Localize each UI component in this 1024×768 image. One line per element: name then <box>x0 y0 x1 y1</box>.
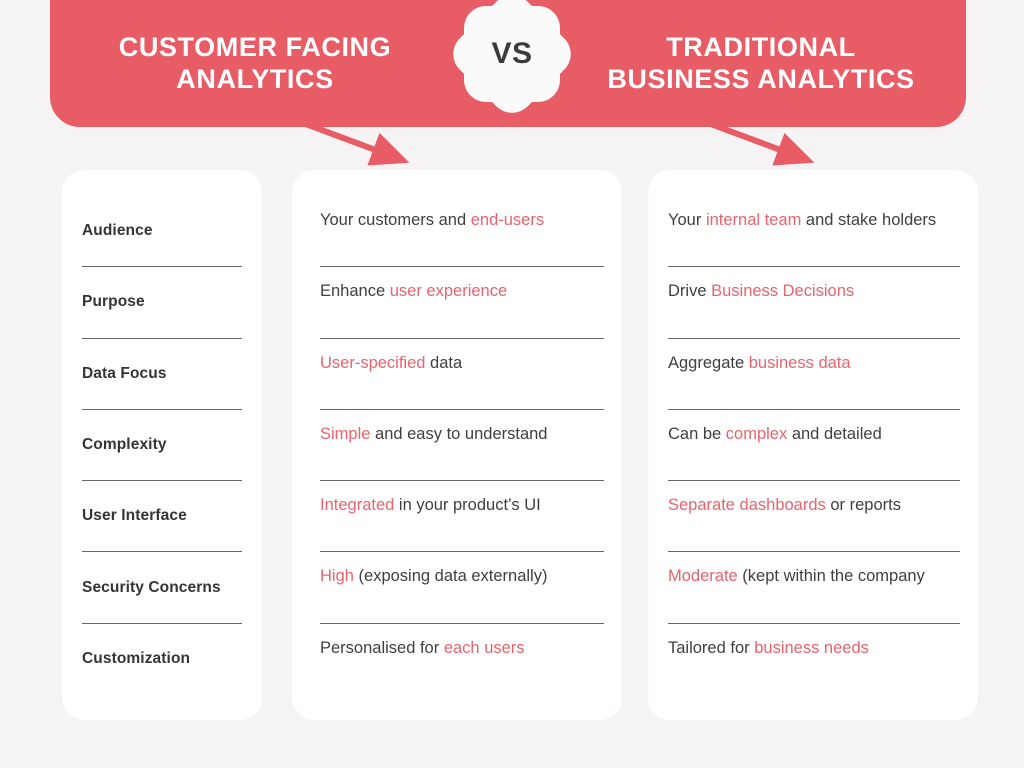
table-row: Aggregate business data <box>668 337 960 409</box>
criteria-label-purpose: Purpose <box>82 293 145 311</box>
left-column-title-line1: CUSTOMER FACING <box>118 31 392 62</box>
accent-text-run: High <box>320 567 354 586</box>
traditional-business-analytics-card: Your internal team and stake holders Dri… <box>648 170 978 720</box>
table-row: Moderate (kept within the company <box>668 551 960 622</box>
cf-value-audience: Your customers and end-users <box>320 210 604 232</box>
table-row: Purpose <box>82 266 242 337</box>
criteria-label-user-interface: User Interface <box>82 507 187 525</box>
table-row: Tailored for business needs <box>668 622 960 694</box>
plain-text-run: Your customers and <box>320 211 471 229</box>
table-row: High (exposing data externally) <box>320 551 604 622</box>
criteria-label-card: Audience Purpose Data Focus Complexity U… <box>62 170 262 720</box>
cf-value-purpose: Enhance user experience <box>320 281 604 303</box>
tba-value-audience: Your internal team and stake holders <box>668 210 960 232</box>
tba-value-security-concerns: Moderate (kept within the company <box>668 566 960 588</box>
criteria-label-security-concerns: Security Concerns <box>82 578 221 596</box>
right-column-title: TRADITIONAL BUSINESS ANALYTICS <box>508 32 966 96</box>
vs-label: VS <box>491 37 533 70</box>
accent-text-run: User-specified <box>320 353 426 372</box>
accent-text-run: business data <box>748 353 851 372</box>
accent-text-run: Separate dashboards <box>668 496 826 515</box>
cf-value-security-concerns: High (exposing data externally) <box>320 566 604 588</box>
accent-text-run: Moderate <box>668 567 738 586</box>
table-row: Drive Business Decisions <box>668 266 960 337</box>
table-row: Security Concerns <box>82 551 242 622</box>
tba-value-purpose: Drive Business Decisions <box>668 281 960 303</box>
table-row: Simple and easy to understand <box>320 408 604 480</box>
accent-text-run: Simple <box>320 424 371 443</box>
tba-value-data-focus: Aggregate business data <box>668 353 960 375</box>
cf-value-complexity: Simple and easy to understand <box>320 424 604 446</box>
table-row: Your customers and end-users <box>320 196 604 266</box>
plain-text-run: data <box>425 353 463 372</box>
table-row: Audience <box>82 196 242 266</box>
tba-value-customization: Tailored for business needs <box>668 638 960 660</box>
cf-value-customization: Personalised for each users <box>320 638 604 660</box>
plain-text-run: and detailed <box>787 424 882 443</box>
table-row: Complexity <box>82 408 242 480</box>
left-column-title-line2: ANALYTICS <box>176 63 334 94</box>
accent-text-run: end-users <box>470 211 545 229</box>
table-row: Customization <box>82 622 242 694</box>
table-row: Personalised for each users <box>320 622 604 694</box>
accent-text-run: Integrated <box>320 496 395 515</box>
plain-text-run: Aggregate <box>668 353 749 372</box>
plain-text-run: or reports <box>825 496 901 515</box>
customer-facing-analytics-card: Your customers and end-users Enhance use… <box>292 170 622 720</box>
plain-text-run: (exposing data externally) <box>353 567 548 586</box>
cf-value-user-interface: Integrated in your product’s UI <box>320 495 604 517</box>
accent-text-run: business needs <box>754 638 869 657</box>
accent-text-run: complex <box>725 424 788 443</box>
table-row: Data Focus <box>82 337 242 409</box>
table-row: User-specified data <box>320 337 604 409</box>
comparison-infographic: CUSTOMER FACING ANALYTICS TRADITIONAL BU… <box>0 0 1024 768</box>
criteria-label-customization: Customization <box>82 649 191 667</box>
plain-text-run: Can be <box>668 424 726 443</box>
tba-value-user-interface: Separate dashboards or reports <box>668 495 960 517</box>
left-column-title: CUSTOMER FACING ANALYTICS <box>50 32 508 96</box>
plain-text-run: Drive <box>668 282 712 301</box>
cf-value-data-focus: User-specified data <box>320 353 604 375</box>
table-row: Enhance user experience <box>320 266 604 337</box>
right-column-title-line2: BUSINESS ANALYTICS <box>607 63 915 94</box>
vs-badge: VS <box>444 0 580 122</box>
accent-text-run: Business Decisions <box>711 282 855 301</box>
criteria-label-audience: Audience <box>82 222 153 240</box>
criteria-label-complexity: Complexity <box>82 435 167 453</box>
right-column-title-line1: TRADITIONAL <box>666 31 856 62</box>
plain-text-run: Tailored for <box>668 638 755 657</box>
plain-text-run: and easy to understand <box>370 424 548 443</box>
plain-text-run: Your <box>668 211 706 229</box>
comparison-table: Audience Purpose Data Focus Complexity U… <box>0 170 1024 720</box>
tba-value-complexity: Can be complex and detailed <box>668 424 960 446</box>
table-row: User Interface <box>82 480 242 551</box>
plain-text-run: and stake holders <box>801 211 937 229</box>
plain-text-run: Personalised for <box>320 638 444 657</box>
accent-text-run: internal team <box>705 211 802 229</box>
plain-text-run: (kept within the company <box>737 567 925 586</box>
plain-text-run: in your product’s UI <box>394 496 541 515</box>
accent-text-run: each users <box>443 638 525 657</box>
table-row: Can be complex and detailed <box>668 408 960 480</box>
table-row: Separate dashboards or reports <box>668 480 960 551</box>
criteria-label-data-focus: Data Focus <box>82 364 167 382</box>
table-row: Your internal team and stake holders <box>668 196 960 266</box>
accent-text-run: user experience <box>389 282 508 301</box>
table-row: Integrated in your product’s UI <box>320 480 604 551</box>
plain-text-run: Enhance <box>320 282 390 301</box>
